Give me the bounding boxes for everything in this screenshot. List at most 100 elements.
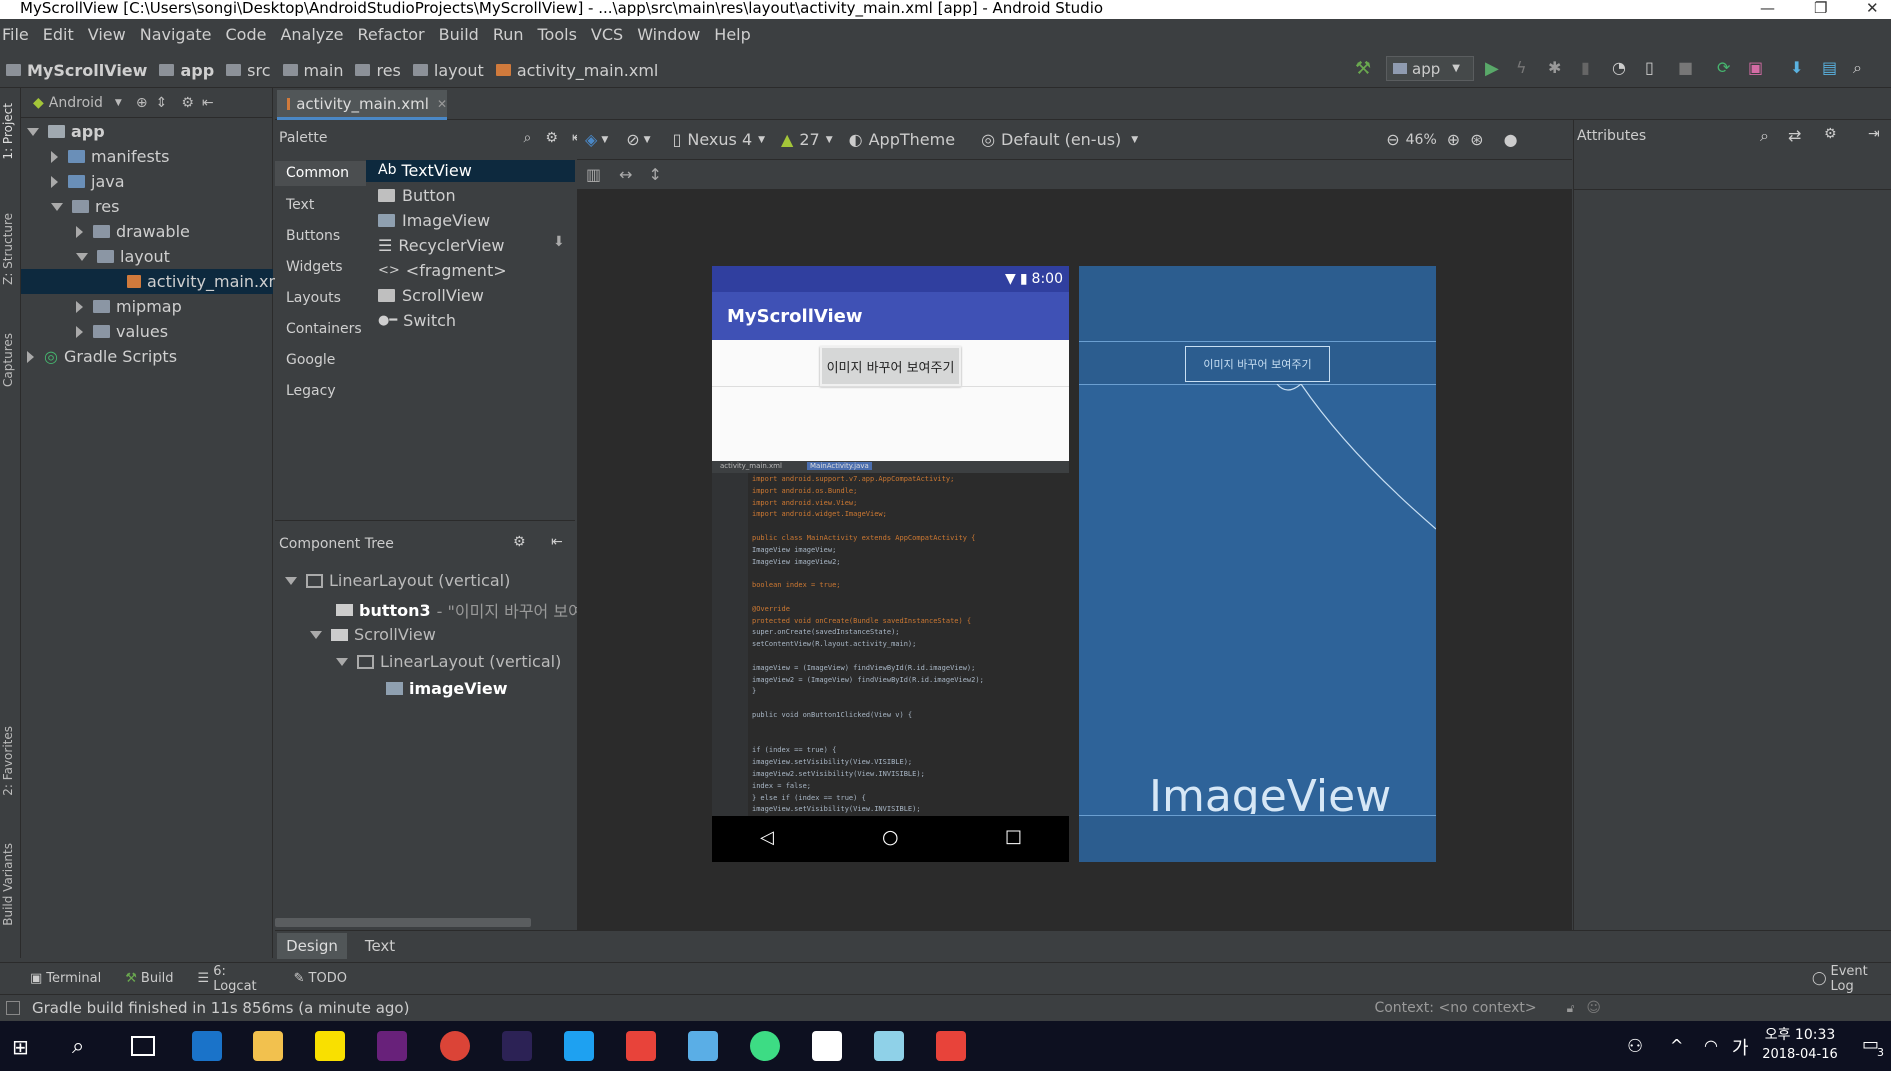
menu-build[interactable]: Build	[439, 25, 479, 44]
menu-run[interactable]: Run	[493, 25, 524, 44]
warning-icon[interactable]: ●	[1504, 130, 1518, 149]
palette-item-scrollview[interactable]: ScrollView	[378, 283, 484, 307]
tree-item-activity-main[interactable]: activity_main.xml	[127, 269, 289, 294]
eclipse-icon[interactable]	[502, 1031, 532, 1061]
tab-favorites[interactable]: 2: Favorites	[1, 726, 15, 796]
tree-item-manifests[interactable]: manifests	[51, 144, 169, 169]
file-explorer-icon[interactable]	[253, 1031, 283, 1061]
layers-icon[interactable]: ◈	[585, 130, 597, 149]
menu-tools[interactable]: Tools	[538, 25, 577, 44]
ctree-linearlayout-root[interactable]: LinearLayout (vertical)	[285, 571, 510, 590]
menu-vcs[interactable]: VCS	[591, 25, 623, 44]
tree-item-drawable[interactable]: drawable	[76, 219, 190, 244]
close-button[interactable]: ✕	[1866, 0, 1879, 17]
clock-time[interactable]: 오후 10:33	[1760, 1024, 1840, 1044]
zoom-out-icon[interactable]: ⊖	[1386, 130, 1399, 149]
windows-start-icon[interactable]: ⊞	[12, 1035, 29, 1059]
tab-project[interactable]: 1: Project	[1, 103, 15, 160]
menu-navigate[interactable]: Navigate	[140, 25, 212, 44]
ctree-scrollview[interactable]: ScrollView	[310, 625, 436, 644]
search-icon[interactable]: ⌕	[72, 1034, 84, 1059]
palette-category-containers[interactable]: Containers	[286, 321, 362, 337]
minimize-button[interactable]: —	[1760, 0, 1775, 17]
csharp-icon[interactable]	[688, 1031, 718, 1061]
resize-horizontal-icon[interactable]: ↔	[619, 165, 632, 184]
tab-activity-main[interactable]: activity_main.xml ✕	[277, 90, 447, 120]
panel-splitter[interactable]	[275, 520, 575, 526]
breadcrumb-res[interactable]: res	[355, 61, 401, 80]
breadcrumb-app[interactable]: app	[159, 61, 214, 80]
palette-item-recyclerview[interactable]: ☰ RecyclerView	[378, 233, 504, 257]
back-icon[interactable]: ◁	[760, 827, 774, 848]
task-view-icon[interactable]	[131, 1036, 155, 1056]
notepad-icon[interactable]	[812, 1031, 842, 1061]
tab-captures[interactable]: Captures	[1, 333, 15, 387]
paint-icon[interactable]	[874, 1031, 904, 1061]
project-structure-icon[interactable]: ▤	[1822, 58, 1842, 78]
internet-explorer-icon[interactable]	[564, 1031, 594, 1061]
clock-date[interactable]: 2018-04-16	[1760, 1047, 1840, 1062]
hide-panel-icon[interactable]: ⇤	[202, 95, 214, 111]
run-config-select[interactable]: app ▼	[1386, 56, 1474, 81]
locale-select[interactable]: Default (en-us)	[1001, 130, 1121, 149]
project-view-selector[interactable]: ◆ Android ▼ ⊕ ⇕ ⚙ ⇤	[21, 88, 273, 118]
tray-chevron-up-icon[interactable]: ^	[1670, 1036, 1683, 1055]
palette-category-text[interactable]: Text	[286, 197, 314, 213]
breadcrumb-src[interactable]: src	[226, 61, 271, 80]
palette-item-textview[interactable]: Ab TextView	[378, 158, 472, 182]
build-hammer-icon[interactable]: ⚒	[1355, 58, 1375, 79]
debug-icon[interactable]: ✱	[1548, 58, 1568, 78]
orientation-icon[interactable]: ⊘	[626, 130, 639, 149]
tree-item-mipmap[interactable]: mipmap	[76, 294, 182, 319]
device-select[interactable]: Nexus 4	[687, 130, 752, 149]
gear-icon[interactable]: ⚙	[513, 534, 526, 550]
ctree-linearlayout-child[interactable]: LinearLayout (vertical)	[336, 652, 561, 671]
palette-category-common[interactable]: Common	[286, 165, 349, 181]
visual-studio-icon[interactable]	[377, 1031, 407, 1061]
split-view-icon[interactable]: ▥	[586, 165, 601, 184]
palette-category-google[interactable]: Google	[286, 352, 335, 368]
tab-design[interactable]: Design	[277, 933, 347, 959]
palette-category-legacy[interactable]: Legacy	[286, 383, 336, 399]
download-icon[interactable]: ⬇	[553, 234, 565, 250]
gear-icon[interactable]: ⚙	[545, 130, 558, 146]
menu-analyze[interactable]: Analyze	[280, 25, 343, 44]
blueprint-preview[interactable]: 이미지 바꾸어 보여주기 ImageView	[1079, 266, 1436, 862]
tab-build-variants[interactable]: Build Variants	[1, 843, 15, 926]
palette-category-layouts[interactable]: Layouts	[286, 290, 341, 306]
zoom-fit-icon[interactable]: ⊛	[1470, 130, 1483, 149]
sdk-manager-icon[interactable]: ⬇	[1790, 58, 1810, 78]
run-icon[interactable]: ▶	[1485, 58, 1505, 79]
tool-event-log[interactable]: Event Log	[1831, 964, 1891, 994]
palette-item-imageview[interactable]: ImageView	[378, 208, 490, 232]
zoom-in-icon[interactable]: ⊕	[1447, 130, 1460, 149]
tool-windows-toggle-icon[interactable]	[6, 1001, 20, 1015]
ctree-button3[interactable]: button3- "이미지 바꾸어 보여주	[336, 598, 598, 622]
tool-terminal[interactable]: Terminal	[46, 971, 101, 986]
menu-view[interactable]: View	[88, 25, 126, 44]
apply-changes-icon[interactable]: ϟ	[1516, 58, 1536, 78]
ime-indicator[interactable]: 가	[1732, 1034, 1749, 1060]
close-tab-icon[interactable]: ✕	[437, 97, 447, 111]
recents-icon[interactable]: □	[1005, 826, 1022, 847]
hide-panel-icon[interactable]: ⇤	[551, 534, 563, 550]
maximize-button[interactable]: ❐	[1814, 0, 1827, 17]
palette-category-widgets[interactable]: Widgets	[286, 259, 343, 275]
git-gui-icon[interactable]	[936, 1031, 966, 1061]
hide-panel-icon[interactable]: ⇥	[1868, 126, 1880, 142]
horizontal-scrollbar[interactable]	[275, 918, 531, 927]
sync-gradle-icon[interactable]: ⟳	[1717, 58, 1737, 78]
swap-view-icon[interactable]: ⇄	[1788, 126, 1801, 145]
ctree-imageview[interactable]: imageView	[386, 679, 507, 698]
theme-select[interactable]: AppTheme	[869, 130, 955, 149]
tree-item-values[interactable]: values	[76, 319, 168, 344]
tree-item-app[interactable]: app	[27, 119, 105, 144]
kakaotalk-icon[interactable]	[315, 1031, 345, 1061]
palette-item-button[interactable]: Button	[378, 183, 456, 207]
tree-item-res[interactable]: res	[51, 194, 119, 219]
tool-todo[interactable]: TODO	[309, 971, 347, 986]
phone-design-preview[interactable]: ▼ ▮ 8:00 MyScrollView 이미지 바꾸어 보여주기 activi…	[712, 266, 1069, 862]
palette-item-fragment[interactable]: <> <fragment>	[378, 258, 507, 282]
menu-window[interactable]: Window	[637, 25, 700, 44]
edge-icon[interactable]	[192, 1031, 222, 1061]
